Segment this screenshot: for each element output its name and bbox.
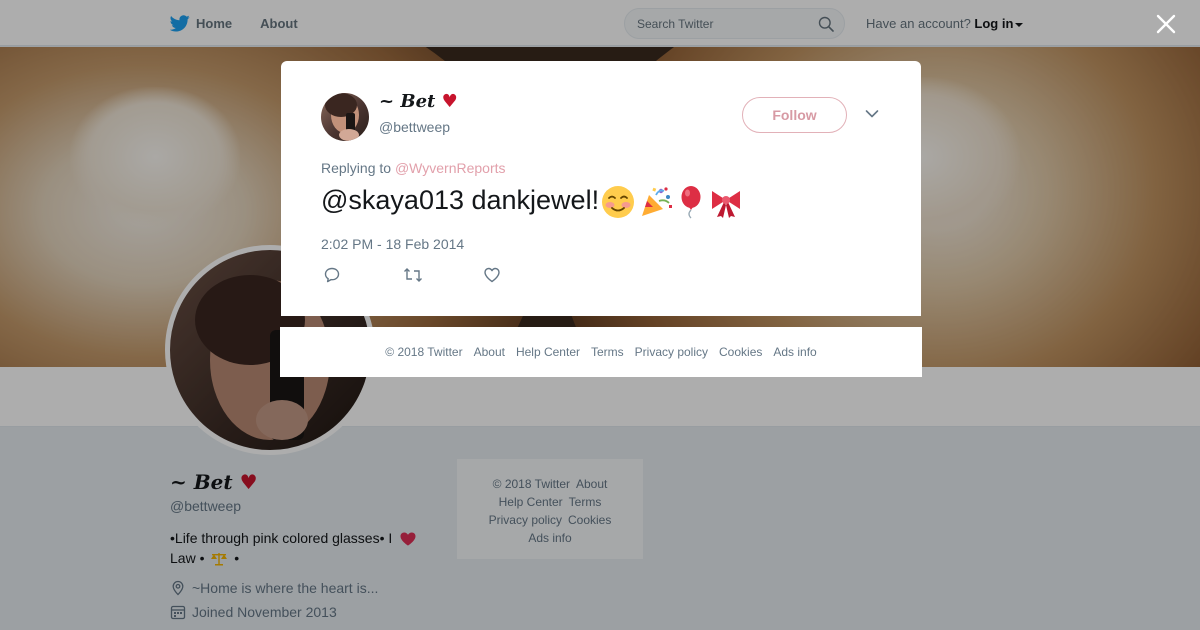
replying-to: Replying to @WyvernReports <box>321 160 506 176</box>
modal-footer: © 2018 Twitter About Help Center Terms P… <box>280 327 922 377</box>
modal-footer-copyright: © 2018 Twitter <box>385 345 463 359</box>
chevron-down-icon[interactable] <box>865 109 879 119</box>
tweet-heart-emoji: ♥ <box>441 91 458 112</box>
retweet-action[interactable] <box>403 266 483 286</box>
balloon-icon <box>681 186 701 219</box>
modal-footer-ads[interactable]: Ads info <box>773 345 816 359</box>
smiling-face-icon <box>602 186 635 218</box>
follow-button[interactable]: Follow <box>742 97 847 133</box>
tweet-text-body: @skaya013 dankjewel! <box>321 185 600 216</box>
modal-footer-about[interactable]: About <box>474 345 505 359</box>
tweet-modal: ~ 𝑩𝒆𝒕 ♥ @bettweep Follow Replying to @Wy… <box>281 61 921 316</box>
retweet-icon[interactable] <box>403 266 423 284</box>
tweet-text: @skaya013 dankjewel! <box>321 185 747 219</box>
tweet-avatar-photo-icon <box>325 93 359 141</box>
like-action[interactable] <box>483 266 563 286</box>
modal-footer-help[interactable]: Help Center <box>516 345 580 359</box>
tweet-author-name[interactable]: ~ 𝑩𝒆𝒕 ♥ <box>379 91 458 112</box>
replying-prefix: Replying to <box>321 160 392 176</box>
reply-icon[interactable] <box>323 266 341 284</box>
tweet-timestamp[interactable]: 2:02 PM - 18 Feb 2014 <box>321 236 464 252</box>
tweet-actions <box>323 266 563 286</box>
ribbon-icon <box>712 191 741 218</box>
replying-to-link[interactable]: @WyvernReports <box>395 160 506 176</box>
tweet-emojis <box>601 185 747 219</box>
modal-footer-cookies[interactable]: Cookies <box>719 345 762 359</box>
modal-footer-privacy[interactable]: Privacy policy <box>635 345 708 359</box>
tweet-author-handle[interactable]: @bettweep <box>379 119 450 135</box>
party-popper-icon <box>642 187 673 216</box>
tweet-author-name-text: ~ 𝑩𝒆𝒕 <box>379 91 436 112</box>
close-icon[interactable] <box>1154 12 1178 36</box>
tweet-avatar[interactable] <box>321 93 369 141</box>
modal-footer-terms[interactable]: Terms <box>591 345 624 359</box>
like-icon[interactable] <box>483 266 501 284</box>
reply-action[interactable] <box>323 266 403 286</box>
